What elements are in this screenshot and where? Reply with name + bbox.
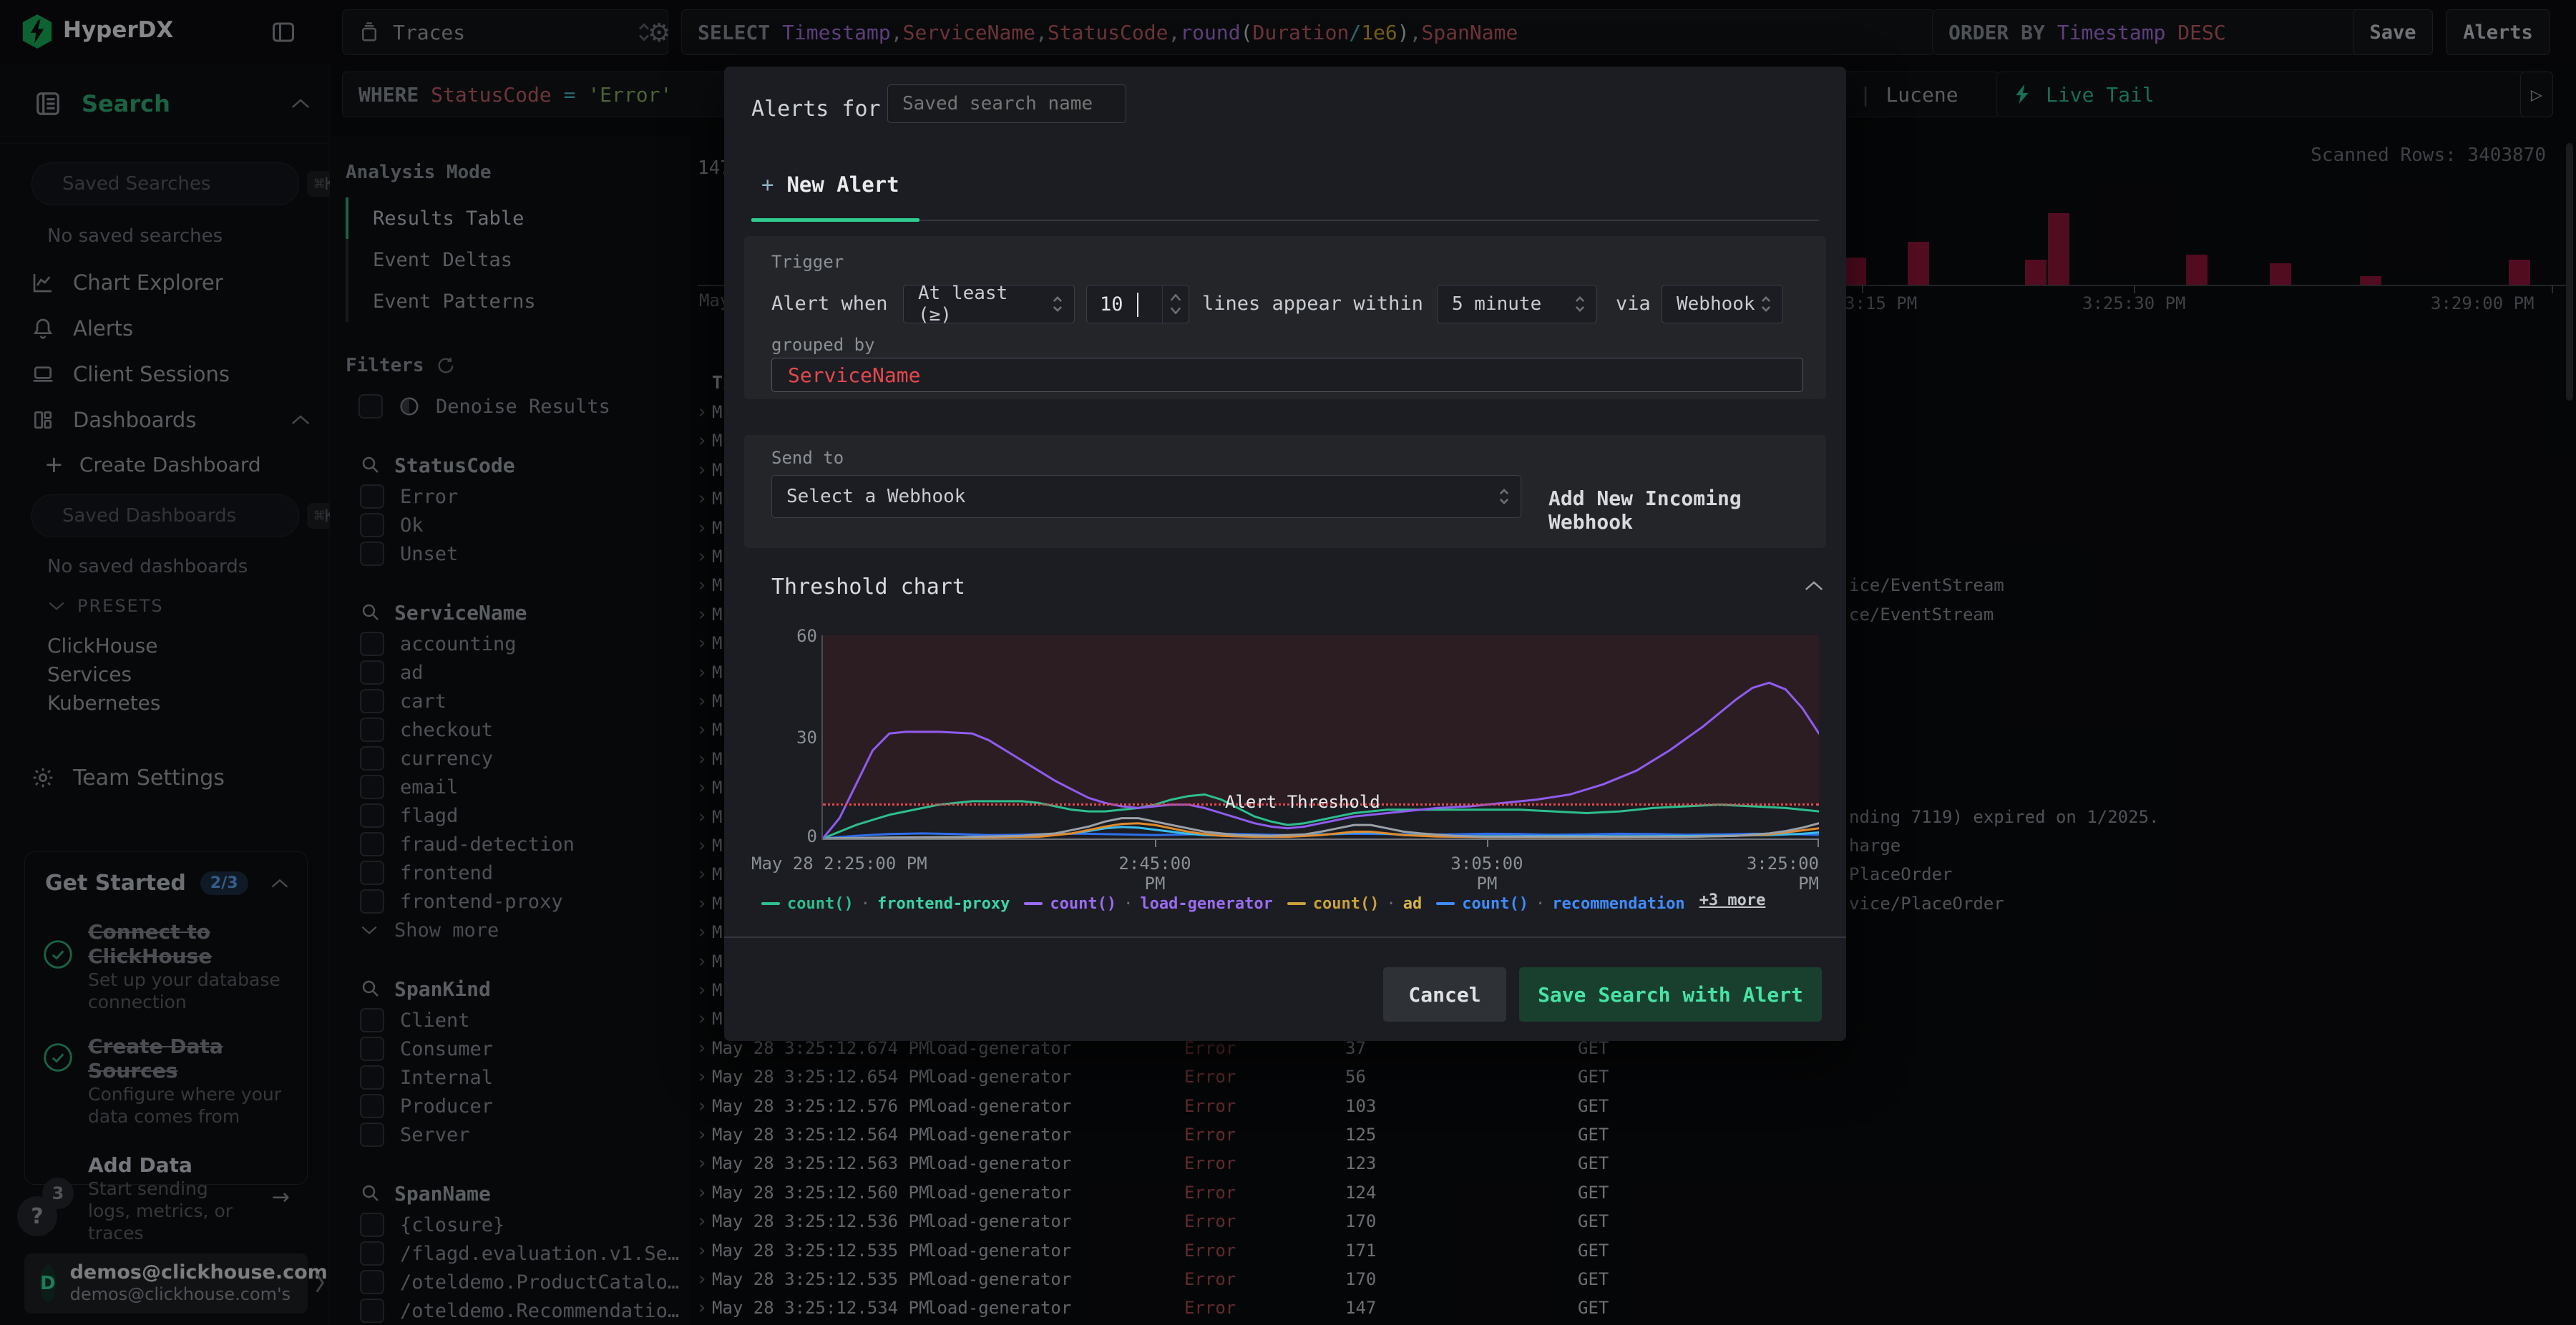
plus-icon: + bbox=[761, 172, 774, 197]
threshold-chart-title: Threshold chart bbox=[771, 575, 965, 600]
chevron-select-icon bbox=[1499, 489, 1509, 504]
save-search-with-alert-button[interactable]: Save Search with Alert bbox=[1519, 967, 1822, 1022]
x-axis-tick: May 28 2:25:00 PM bbox=[751, 854, 927, 874]
saved-search-name-input[interactable] bbox=[887, 84, 1126, 123]
channel-select[interactable]: Webhook bbox=[1662, 285, 1783, 323]
condition-select[interactable]: At least (≥) bbox=[903, 283, 1075, 326]
series-line-countload-generator bbox=[823, 681, 1819, 838]
tab-new-alert[interactable]: + New Alert bbox=[761, 172, 899, 197]
modal-title: Alerts for bbox=[751, 97, 881, 122]
threshold-value: 10 bbox=[1100, 293, 1123, 316]
chevron-select-icon bbox=[1761, 296, 1771, 312]
legend-swatch bbox=[1024, 902, 1043, 905]
y-axis-tick: 60 bbox=[796, 626, 817, 646]
alert-when-label: Alert when bbox=[771, 293, 888, 315]
chevron-select-icon bbox=[1575, 296, 1585, 312]
stepper-up-icon[interactable] bbox=[1170, 294, 1181, 301]
legend-swatch bbox=[761, 902, 780, 905]
window-select[interactable]: 5 minute bbox=[1437, 285, 1597, 323]
chart-legend: count() · frontend-proxy count() · load-gener… bbox=[761, 886, 1820, 913]
y-axis-tick: 30 bbox=[796, 728, 817, 748]
legend-swatch bbox=[1287, 902, 1306, 905]
number-stepper[interactable] bbox=[1162, 285, 1189, 323]
legend-item[interactable]: count() · ad bbox=[1287, 895, 1422, 913]
legend-item[interactable]: count() · load-generator bbox=[1024, 895, 1273, 913]
cancel-button[interactable]: Cancel bbox=[1383, 967, 1506, 1022]
group-by-input[interactable]: ServiceName bbox=[771, 358, 1803, 392]
chevron-select-icon bbox=[1053, 296, 1063, 312]
add-webhook-button[interactable]: Add New Incoming Webhook bbox=[1548, 487, 1826, 534]
webhook-select[interactable]: Select a Webhook bbox=[771, 475, 1521, 518]
threshold-value-input[interactable]: 10 bbox=[1086, 285, 1189, 323]
lines-appear-within-label: lines appear within bbox=[1202, 293, 1423, 315]
send-to-card: Send to Select a Webhook Add New Incomin… bbox=[744, 435, 1826, 548]
legend-item[interactable]: count() · frontend-proxy bbox=[761, 895, 1010, 913]
send-to-label: Send to bbox=[771, 448, 844, 468]
via-label: via bbox=[1616, 293, 1651, 315]
text-cursor bbox=[1137, 293, 1138, 317]
collapse-section-icon[interactable] bbox=[1803, 579, 1825, 593]
alert-modal: Alerts for + New Alert Trigger Alert whe… bbox=[724, 67, 1846, 1041]
grouped-by-label: grouped by bbox=[771, 335, 875, 355]
active-tab-indicator bbox=[751, 218, 919, 222]
trigger-title: Trigger bbox=[771, 252, 844, 272]
y-axis-tick: 0 bbox=[806, 826, 817, 846]
legend-more-button[interactable]: +3 more bbox=[1699, 891, 1766, 909]
legend-swatch bbox=[1436, 902, 1455, 905]
alert-threshold-label: Alert Threshold bbox=[1225, 792, 1380, 812]
stepper-down-icon[interactable] bbox=[1170, 307, 1181, 314]
trigger-card: Trigger Alert when At least (≥) 10 lines… bbox=[744, 236, 1826, 399]
legend-item[interactable]: count() · recommendation bbox=[1436, 895, 1685, 913]
